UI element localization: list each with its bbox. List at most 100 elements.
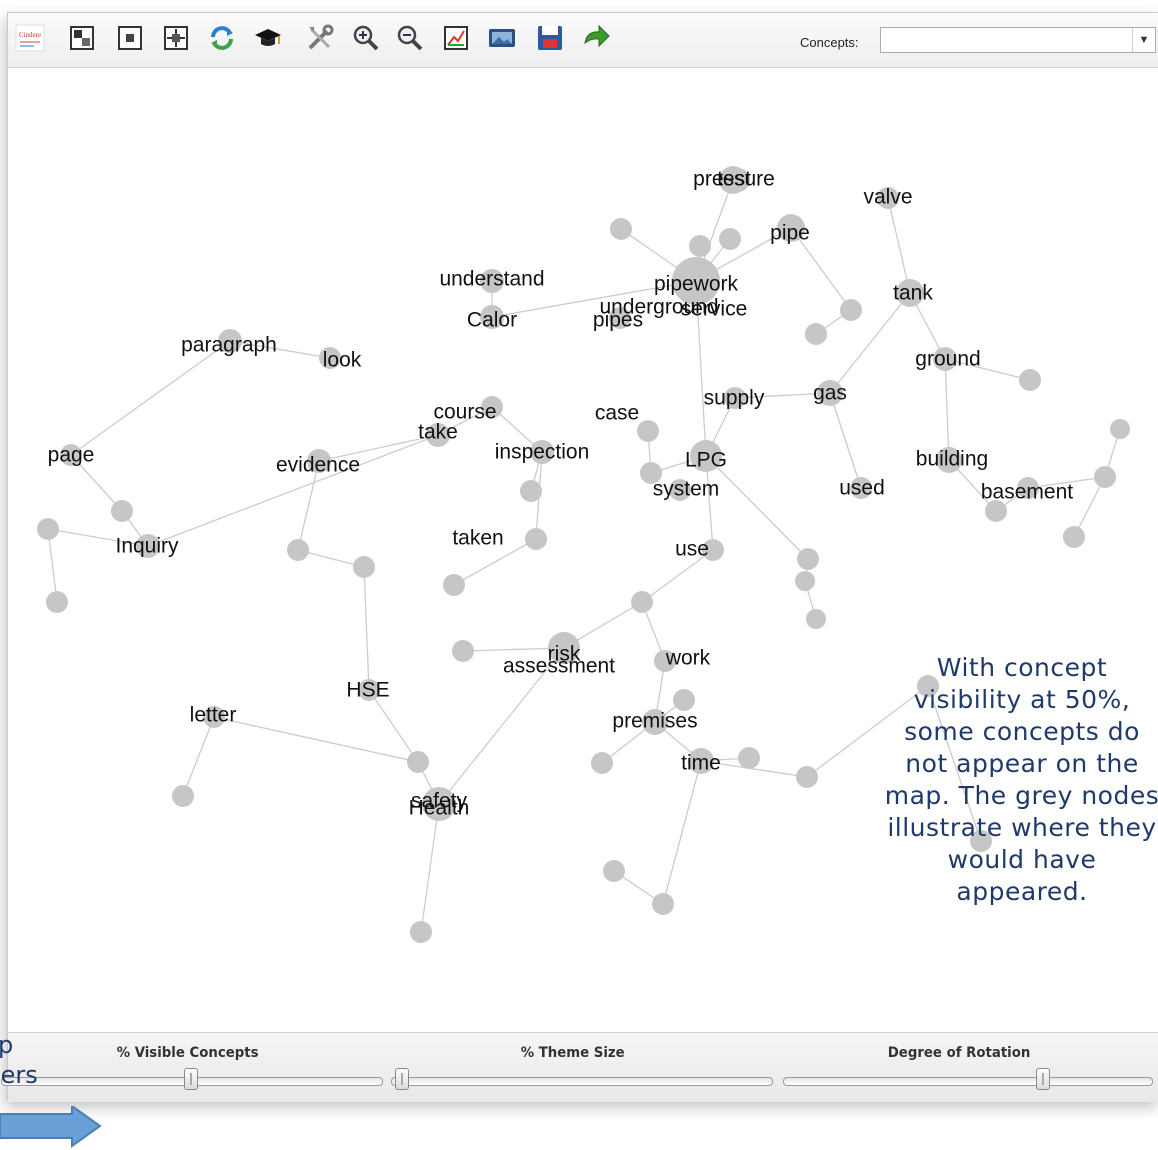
theme-size-slider[interactable] [391, 1077, 773, 1086]
concept-label-l18[interactable]: case [595, 402, 639, 425]
graduation-cap-icon[interactable] [252, 22, 284, 54]
concept-label-l35[interactable]: letter [190, 704, 237, 727]
concept-map-window: Cindere Concepts: ▼ pressure test valve … [1, 12, 1158, 1102]
concept-node-m2[interactable] [805, 323, 827, 345]
concept-node-rk2[interactable] [452, 640, 474, 662]
concept-node-base3[interactable] [1094, 466, 1116, 488]
concept-node-t2[interactable] [689, 235, 711, 257]
concept-node-i1[interactable] [111, 500, 133, 522]
zoom-out-icon[interactable] [394, 22, 426, 54]
concept-edge [147, 434, 439, 547]
forward-arrow-icon[interactable] [580, 22, 612, 54]
concept-edge [420, 803, 440, 933]
concept-label-l4[interactable]: pipe [770, 222, 810, 245]
concept-label-l39[interactable]: Health [409, 797, 470, 820]
concept-node-tm7[interactable] [603, 860, 625, 882]
concept-label-l12[interactable]: paragraph [181, 334, 277, 357]
concept-label-l5[interactable]: understand [439, 268, 544, 291]
concept-node-pr3[interactable] [591, 752, 613, 774]
concept-node-taken[interactable] [525, 528, 547, 550]
concept-label-l15[interactable]: gas [813, 382, 847, 405]
sliders-note-line2: lers [0, 1061, 38, 1089]
concept-label-l21[interactable]: inspection [495, 441, 590, 464]
concept-node-prem1[interactable] [673, 689, 695, 711]
concept-node-base5[interactable] [1063, 526, 1085, 548]
concept-node-tm6[interactable] [652, 893, 674, 915]
logo-icon[interactable]: Cindere [14, 22, 46, 54]
concept-node-ev2[interactable] [287, 539, 309, 561]
concept-node-ev3[interactable] [353, 556, 375, 578]
concept-label-l11[interactable]: pipes [593, 309, 643, 332]
tools-icon[interactable] [304, 22, 336, 54]
concept-node-base4[interactable] [1110, 419, 1130, 439]
concept-node-hx[interactable] [407, 751, 429, 773]
concept-node-g3[interactable] [1019, 369, 1041, 391]
fit-icon[interactable] [160, 22, 192, 54]
concept-label-l30[interactable]: use [675, 538, 709, 561]
concept-label-l32[interactable]: assessment [503, 655, 615, 678]
concept-edge [47, 528, 58, 603]
concept-label-l33[interactable]: work [665, 647, 711, 670]
concept-label-l25[interactable]: system [653, 478, 720, 501]
concept-label-l20[interactable]: page [48, 444, 95, 467]
image-icon[interactable] [486, 22, 518, 54]
concept-label-l7[interactable]: tank [893, 282, 933, 305]
concept-node-tm3[interactable] [796, 766, 818, 788]
concept-label-l2[interactable]: test [717, 168, 751, 191]
chart-icon[interactable] [440, 22, 472, 54]
concept-label-l26[interactable]: used [839, 477, 885, 500]
concept-label-l3[interactable]: valve [863, 186, 912, 209]
concept-edge [70, 340, 231, 456]
concept-node-tm2[interactable] [738, 747, 760, 769]
concept-label-l37[interactable]: time [681, 752, 721, 775]
degree-of-rotation-slider[interactable] [783, 1077, 1153, 1086]
concept-node-l2[interactable] [46, 591, 68, 613]
concept-node-lt2[interactable] [172, 785, 194, 807]
visible-concepts-slider-thumb[interactable] [184, 1068, 198, 1090]
concept-node-insp2[interactable] [520, 480, 542, 502]
concept-label-l16[interactable]: supply [704, 387, 765, 410]
concept-label-l19[interactable]: take [418, 421, 458, 444]
slider-panel: % Visible Concepts % Theme Size Degree o… [1, 1032, 1158, 1102]
layout-icon[interactable] [66, 22, 98, 54]
concept-label-l24[interactable]: evidence [276, 454, 360, 477]
save-icon[interactable] [534, 22, 566, 54]
zoom-in-icon[interactable] [350, 22, 382, 54]
center-icon[interactable] [114, 22, 146, 54]
theme-size-label: % Theme Size [520, 1045, 625, 1061]
concept-node-t3[interactable] [719, 228, 741, 250]
refresh-icon[interactable] [206, 22, 238, 54]
concept-node-junction[interactable] [631, 591, 653, 613]
concept-edge [363, 566, 370, 691]
concept-node-m1[interactable] [840, 299, 862, 321]
concept-label-l34[interactable]: HSE [346, 679, 389, 702]
concept-label-l22[interactable]: LPG [685, 449, 727, 472]
concept-label-l10[interactable]: Calor [467, 309, 517, 332]
concept-label-l28[interactable]: taken [452, 527, 503, 550]
concept-node-t1[interactable] [610, 218, 632, 240]
concept-label-l29[interactable]: Inquiry [115, 535, 179, 558]
toolbar: Cindere Concepts: ▼ [8, 13, 1158, 68]
concept-node-rb1[interactable] [797, 548, 819, 570]
concepts-dropdown[interactable]: ▼ [880, 27, 1156, 53]
concept-label-l23[interactable]: building [916, 448, 988, 471]
theme-size-slider-thumb[interactable] [395, 1068, 409, 1090]
degree-of-rotation-slider-thumb[interactable] [1036, 1068, 1051, 1090]
concept-label-l14[interactable]: ground [915, 348, 980, 371]
concept-edge [213, 716, 419, 763]
concept-node-l1[interactable] [37, 518, 59, 540]
concept-label-l36[interactable]: premises [612, 710, 697, 733]
chevron-down-icon[interactable]: ▼ [1132, 28, 1155, 52]
concept-edge [662, 760, 702, 905]
concept-label-l9[interactable]: service [681, 298, 748, 321]
concept-edge [887, 197, 911, 294]
concept-node-tk2[interactable] [443, 574, 465, 596]
concept-edge [182, 716, 215, 797]
concept-label-l27[interactable]: basement [981, 481, 1073, 504]
concept-node-sf2[interactable] [410, 921, 432, 943]
concept-node-case[interactable] [637, 420, 659, 442]
concept-node-rb2[interactable] [795, 571, 815, 591]
concept-label-l6[interactable]: pipework [654, 273, 739, 296]
concept-label-l13[interactable]: look [323, 349, 362, 372]
concept-node-rb3[interactable] [806, 609, 826, 629]
